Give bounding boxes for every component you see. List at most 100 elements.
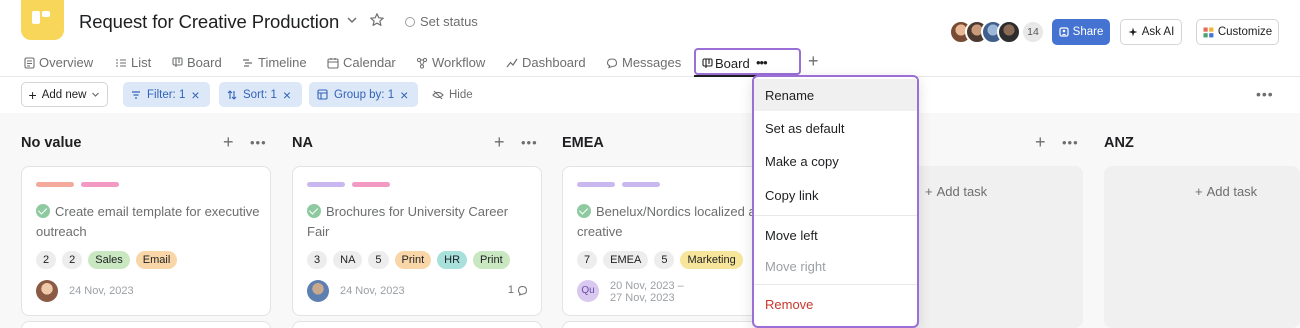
due-date[interactable]: 20 Nov, 2023 –27 Nov, 2023 <box>610 280 684 304</box>
field-color-bar <box>352 182 390 187</box>
add-task-button[interactable]: + Add task <box>1195 184 1257 199</box>
add-task-label: Add task <box>936 184 988 199</box>
menu-item-move-left[interactable]: Move left <box>754 219 917 251</box>
comment-count[interactable]: 1 <box>508 284 528 296</box>
task-card[interactable] <box>292 321 542 328</box>
column-title[interactable]: EMEA <box>562 135 604 151</box>
ask-ai-button[interactable]: Ask AI <box>1120 19 1182 45</box>
filter-icon <box>132 90 140 99</box>
menu-item-rename[interactable]: Rename <box>754 79 917 111</box>
close-icon[interactable]: × <box>283 88 291 102</box>
avatar[interactable]: Qu <box>577 280 599 302</box>
task-card[interactable] <box>21 321 271 328</box>
column-header: ANZ <box>1104 133 1300 153</box>
menu-item-copy-link[interactable]: Copy link <box>754 179 917 211</box>
close-icon[interactable]: × <box>400 88 408 102</box>
customize-label: Customize <box>1217 26 1273 38</box>
more-options-icon[interactable]: ••• <box>1062 135 1079 150</box>
task-tags: 7 EMEA 5 Marketing <box>577 251 743 269</box>
due-date[interactable]: 24 Nov, 2023 <box>69 285 134 297</box>
tab-context-menu: Rename Set as default Make a copy Copy l… <box>752 75 919 328</box>
task-title[interactable]: Create email template for executive outr… <box>36 202 261 242</box>
filter-chip[interactable]: Filter: 1 × <box>123 82 210 107</box>
column-title[interactable]: ANZ <box>1104 135 1134 151</box>
star-icon[interactable] <box>369 12 385 28</box>
tab-board-active[interactable]: Board ••• <box>694 48 801 75</box>
calendar-icon <box>327 57 339 69</box>
sparkle-icon <box>1128 27 1138 37</box>
tag[interactable]: 7 <box>577 251 598 269</box>
check-circle-icon[interactable] <box>307 204 321 218</box>
column-title[interactable]: No value <box>21 135 81 151</box>
tab-more-icon[interactable]: ••• <box>756 55 768 70</box>
tab-messages[interactable]: Messages <box>606 48 681 77</box>
tag[interactable]: Email <box>135 251 178 269</box>
project-logo-icon[interactable] <box>21 0 64 40</box>
add-task-button[interactable]: + Add task <box>925 184 987 199</box>
tab-list[interactable]: List <box>115 48 151 77</box>
tag[interactable]: 3 <box>307 251 328 269</box>
avatar[interactable] <box>36 280 58 302</box>
tag[interactable]: Sales <box>88 251 130 269</box>
plus-icon: + <box>28 86 37 103</box>
tag[interactable]: EMEA <box>603 251 649 269</box>
tab-overview[interactable]: Overview <box>24 48 93 77</box>
menu-item-make-a-copy[interactable]: Make a copy <box>754 145 917 177</box>
menu-item-remove[interactable]: Remove <box>754 288 917 320</box>
add-task-icon[interactable]: + <box>494 133 505 151</box>
add-tab-icon[interactable]: + <box>808 52 819 70</box>
add-task-icon[interactable]: + <box>1035 133 1046 151</box>
more-options-icon[interactable]: ••• <box>1256 86 1274 102</box>
tag[interactable]: 5 <box>368 251 389 269</box>
column-title[interactable]: NA <box>292 135 313 151</box>
status-circle-icon <box>405 16 415 27</box>
add-new-button[interactable]: + Add new <box>21 82 108 107</box>
tag[interactable]: Marketing <box>680 251 743 269</box>
tag[interactable]: Print <box>473 251 510 269</box>
menu-item-set-as-default[interactable]: Set as default <box>754 112 917 144</box>
add-task-icon[interactable]: + <box>223 133 234 151</box>
set-status-button[interactable]: Set status <box>405 14 478 29</box>
more-options-icon[interactable]: ••• <box>250 135 267 150</box>
custom-field-bars <box>36 182 119 187</box>
tag[interactable]: 5 <box>654 251 675 269</box>
field-color-bar <box>36 182 74 187</box>
avatar[interactable] <box>997 20 1021 44</box>
tab-label: Messages <box>622 55 682 70</box>
group-by-chip[interactable]: Group by: 1 × <box>309 82 418 107</box>
close-icon[interactable]: × <box>191 88 199 102</box>
hide-button[interactable]: Hide <box>432 82 473 107</box>
tag[interactable]: 2 <box>36 251 57 269</box>
tab-label: Workflow <box>432 55 486 70</box>
group-by-icon <box>317 89 328 100</box>
sort-chip[interactable]: Sort: 1 × <box>219 82 302 107</box>
avatar[interactable] <box>307 280 329 302</box>
member-count[interactable]: 14 <box>1021 20 1045 44</box>
tab-workflow[interactable]: Workflow <box>416 48 485 77</box>
tab-timeline[interactable]: Timeline <box>242 48 307 77</box>
due-date[interactable]: 24 Nov, 2023 <box>340 285 405 297</box>
tag[interactable]: Print <box>394 251 432 269</box>
task-card[interactable]: Create email template for executive outr… <box>21 166 271 316</box>
tab-board[interactable]: Board <box>172 48 222 77</box>
customize-button[interactable]: Customize <box>1196 19 1279 45</box>
share-button[interactable]: Share <box>1052 19 1110 45</box>
hide-label: Hide <box>449 88 473 101</box>
more-options-icon[interactable]: ••• <box>521 135 538 150</box>
task-tags: 3 NA 5 Print HR Print <box>307 251 510 269</box>
check-circle-icon[interactable] <box>577 204 591 218</box>
tag[interactable]: HR <box>437 251 468 269</box>
project-title[interactable]: Request for Creative Production <box>79 11 339 33</box>
tag[interactable]: 2 <box>62 251 83 269</box>
task-title[interactable]: Brochures for University Career Fair <box>307 202 532 242</box>
menu-divider <box>754 215 917 216</box>
add-task-label: Add task <box>1206 184 1258 199</box>
task-card[interactable]: Brochures for University Career Fair 3 N… <box>292 166 542 316</box>
board-canvas: No value + ••• Create email template for… <box>0 113 1300 328</box>
chevron-down-icon[interactable] <box>346 14 358 26</box>
tag[interactable]: NA <box>333 251 363 269</box>
board-icon <box>702 58 713 68</box>
check-circle-icon[interactable] <box>36 204 50 218</box>
tab-calendar[interactable]: Calendar <box>327 48 396 77</box>
tab-dashboard[interactable]: Dashboard <box>506 48 586 77</box>
